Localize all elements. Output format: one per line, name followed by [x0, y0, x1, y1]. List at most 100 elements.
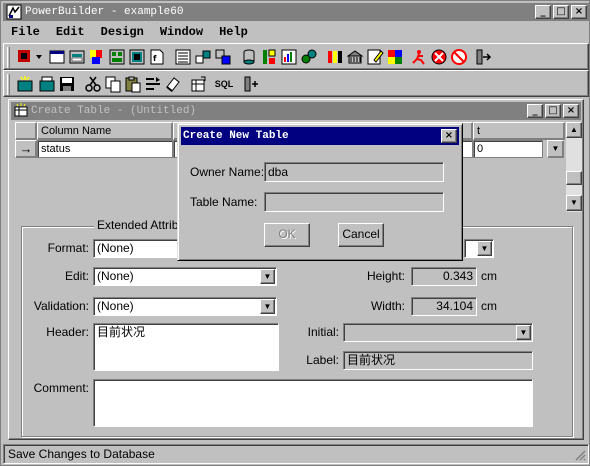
chevron-down-icon[interactable]: ▼ — [260, 269, 275, 284]
svg-text:f: f — [153, 54, 157, 63]
cancel-button[interactable]: Cancel — [338, 223, 384, 247]
ok-button[interactable]: OK — [264, 223, 310, 247]
edit-dropdown[interactable]: (None) ▼ — [93, 267, 277, 286]
initial-label: Initial: — [307, 325, 339, 339]
insert-column-icon[interactable] — [144, 75, 162, 93]
painterbar-toolbar-2: SQL — [3, 70, 589, 97]
maximize-button[interactable]: □ — [553, 5, 569, 19]
child-close-button[interactable]: × — [563, 104, 579, 118]
dialog-close-button[interactable]: × — [441, 129, 457, 143]
default-dropdown-arrow[interactable]: ▼ — [547, 140, 564, 158]
create-table-title-bar[interactable]: Create Table - (Untitled) _ □ × — [11, 102, 581, 120]
status-bar: Save Changes to Database — [3, 444, 589, 464]
width-unit: cm — [481, 299, 497, 313]
close-button[interactable]: × — [571, 5, 587, 19]
close-painter-icon[interactable] — [242, 75, 260, 93]
menu-design[interactable]: Design — [93, 23, 152, 42]
app-title: PowerBuilder - example60 — [25, 6, 184, 18]
run-icon[interactable] — [410, 48, 428, 66]
help-icon[interactable] — [450, 48, 468, 66]
stop-icon[interactable] — [430, 48, 448, 66]
structure-painter-icon[interactable] — [108, 48, 126, 66]
menu-file[interactable]: File — [3, 23, 48, 42]
status-text: Save Changes to Database — [8, 447, 155, 461]
comment-label: Comment: — [33, 381, 89, 395]
edit-label: Edit: — [64, 269, 89, 283]
height-field[interactable]: 0.343 — [411, 267, 477, 286]
owner-name-field[interactable]: dba — [264, 162, 444, 182]
child-minimize-button[interactable]: _ — [527, 104, 543, 118]
chevron-down-icon[interactable]: ▼ — [516, 325, 531, 340]
create-new-table-dialog: Create New Table × Owner Name: dba Table… — [177, 123, 463, 261]
width-label: Width: — [370, 299, 405, 313]
datawindow-painter-icon[interactable] — [174, 48, 192, 66]
edit-script-icon[interactable] — [366, 48, 384, 66]
resize-grip-icon[interactable] — [573, 448, 586, 461]
menu-edit[interactable]: Edit — [48, 23, 93, 42]
sql-syntax-button[interactable]: SQL — [211, 75, 237, 93]
scroll-down-button[interactable]: ▼ — [566, 195, 582, 211]
data-manipulation-icon[interactable] — [260, 48, 278, 66]
height-unit: cm — [481, 269, 497, 283]
pipeline-painter-icon[interactable] — [214, 48, 232, 66]
toolbar-grip[interactable] — [7, 47, 10, 68]
project-painter-icon[interactable]: f — [148, 48, 166, 66]
cut-icon[interactable] — [84, 75, 102, 93]
chevron-down-icon[interactable]: ▼ — [477, 241, 492, 256]
header-column-name[interactable]: Column Name — [37, 122, 173, 140]
format-dropdown-right[interactable]: ▼ — [464, 239, 494, 258]
minimize-button[interactable]: _ — [535, 5, 551, 19]
label-field[interactable]: 目前状况 — [343, 351, 533, 370]
table-name-field[interactable] — [264, 192, 444, 212]
dialog-title-bar[interactable]: Create New Table × — [181, 127, 459, 145]
toolbar-grip[interactable] — [7, 74, 10, 95]
header-default[interactable]: t — [473, 122, 565, 140]
color-palette-icon[interactable] — [386, 48, 404, 66]
label-label: Label: — [306, 353, 339, 367]
scroll-thumb[interactable] — [566, 171, 582, 185]
app-title-bar[interactable]: PowerBuilder - example60 _ □ × — [3, 3, 589, 21]
header-textarea[interactable]: 目前状况 — [93, 323, 279, 371]
validation-label: Validation: — [33, 299, 89, 313]
validation-dropdown[interactable]: (None) ▼ — [93, 297, 277, 316]
initial-dropdown[interactable]: ▼ — [343, 323, 533, 342]
paste-icon[interactable] — [124, 75, 142, 93]
vertical-scrollbar[interactable]: ▲ ▼ — [566, 122, 582, 212]
copy-icon[interactable] — [104, 75, 122, 93]
width-field[interactable]: 34.104 — [411, 297, 477, 316]
cell-default[interactable]: 0 — [473, 140, 543, 158]
table-name-label: Table Name: — [190, 195, 258, 209]
row-selector-header — [15, 122, 37, 140]
current-row-arrow-icon: → — [15, 140, 37, 158]
exit-icon[interactable] — [474, 48, 492, 66]
chevron-down-icon[interactable]: ▼ — [260, 299, 275, 314]
painterbar-toolbar: f — [3, 43, 589, 70]
db-profile-icon[interactable] — [300, 48, 318, 66]
query-painter-icon[interactable] — [194, 48, 212, 66]
database-painter-icon[interactable] — [240, 48, 258, 66]
report-painter-icon[interactable] — [280, 48, 298, 66]
erase-icon[interactable] — [164, 75, 182, 93]
scroll-up-button[interactable]: ▲ — [566, 122, 582, 138]
powerbuilder-window: PowerBuilder - example60 _ □ × File Edit… — [0, 0, 590, 466]
library-painter-icon[interactable] — [326, 48, 344, 66]
new-table-icon[interactable] — [16, 75, 34, 93]
window-painter-icon[interactable] — [48, 48, 66, 66]
function-painter-icon[interactable] — [128, 48, 146, 66]
height-label: Height: — [366, 269, 405, 283]
comment-textarea[interactable] — [93, 379, 533, 427]
child-maximize-button[interactable]: □ — [545, 104, 561, 118]
cell-column-name[interactable]: status — [37, 140, 173, 158]
dialog-title: Create New Table — [183, 130, 289, 142]
application-dropdown-icon[interactable] — [16, 48, 44, 66]
debug-icon[interactable] — [346, 48, 364, 66]
save-icon[interactable] — [58, 75, 76, 93]
table-window-icon — [14, 103, 28, 117]
user-object-icon[interactable] — [68, 48, 86, 66]
open-table-icon[interactable] — [38, 75, 56, 93]
menu-painter-icon[interactable] — [88, 48, 106, 66]
menu-window[interactable]: Window — [152, 23, 211, 42]
table-properties-icon[interactable] — [190, 75, 208, 93]
menu-help[interactable]: Help — [211, 23, 256, 42]
owner-name-label: Owner Name: — [190, 165, 265, 179]
